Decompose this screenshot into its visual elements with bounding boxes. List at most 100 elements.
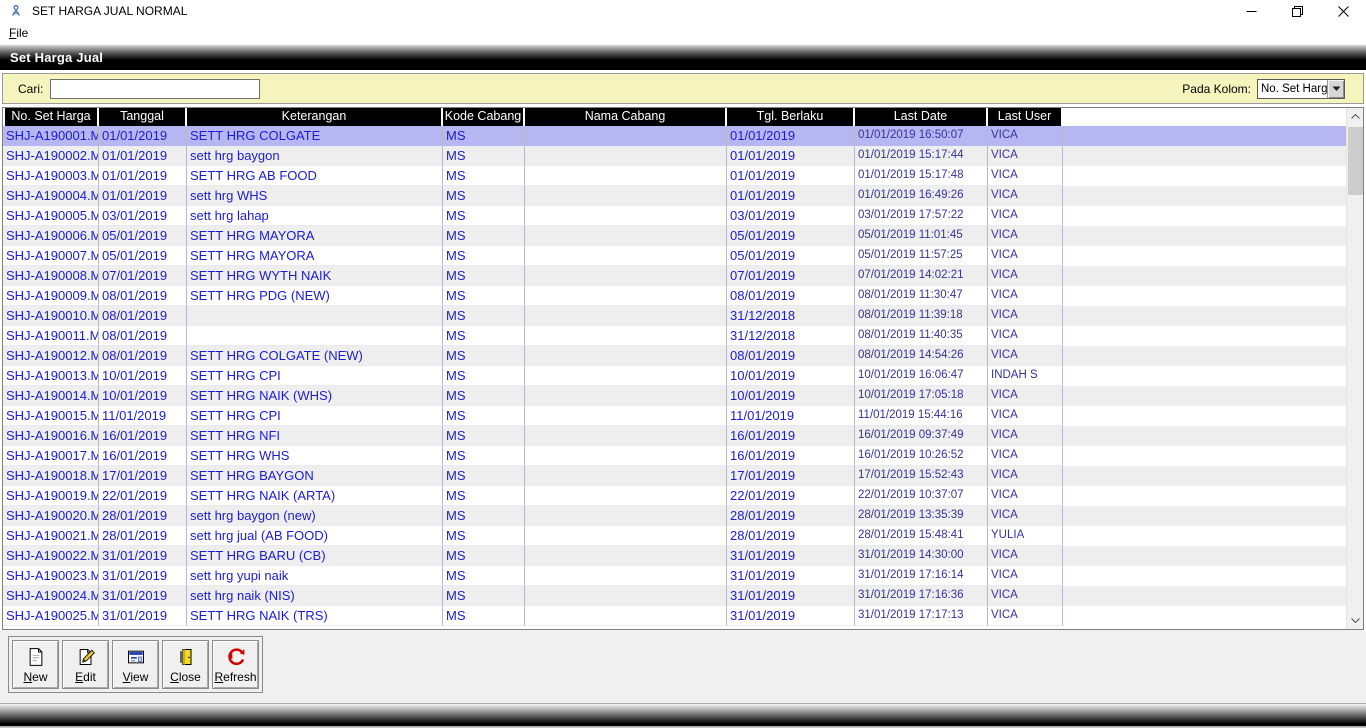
cell-nama_cabang <box>525 426 727 446</box>
cell-last_date: 10/01/2019 17:05:18 <box>855 386 988 406</box>
table-row[interactable]: SHJ-A190005.M03/01/2019sett hrg lahapMS0… <box>3 206 1346 226</box>
cell-last_date: 08/01/2019 14:54:26 <box>855 346 988 366</box>
cell-tgl_berlaku: 03/01/2019 <box>727 206 855 226</box>
search-input[interactable] <box>50 79 260 99</box>
table-row[interactable]: SHJ-A190003.M01/01/2019SETT HRG AB FOODM… <box>3 166 1346 186</box>
cell-last_user: VICA <box>988 306 1063 326</box>
cell-last_date: 22/01/2019 10:37:07 <box>855 486 988 506</box>
combo-dropdown-button[interactable] <box>1327 80 1344 98</box>
cell-no: SHJ-A190016.M <box>3 426 99 446</box>
table-row[interactable]: SHJ-A190015.M11/01/2019SETT HRG CPIMS11/… <box>3 406 1346 426</box>
close-button[interactable] <box>1320 0 1366 22</box>
cell-nama_cabang <box>525 546 727 566</box>
cell-keterangan <box>187 326 443 346</box>
table-row[interactable]: SHJ-A190022.M31/01/2019SETT HRG BARU (CB… <box>3 546 1346 566</box>
column-header-no[interactable]: No. Set Harga <box>3 108 99 126</box>
cell-last_user: VICA <box>988 446 1063 466</box>
close-window-button[interactable]: Close <box>162 640 209 689</box>
cell-keterangan: SETT HRG WYTH NAIK <box>187 266 443 286</box>
table-row[interactable]: SHJ-A190012.M08/01/2019SETT HRG COLGATE … <box>3 346 1346 366</box>
chevron-down-icon <box>1351 618 1360 623</box>
cell-no: SHJ-A190004.M <box>3 186 99 206</box>
minimize-button[interactable] <box>1228 0 1274 22</box>
cell-keterangan: SETT HRG WHS <box>187 446 443 466</box>
cell-keterangan: SETT HRG MAYORA <box>187 246 443 266</box>
cell-no: SHJ-A190018.M <box>3 466 99 486</box>
table-row[interactable]: SHJ-A190001.M01/01/2019SETT HRG COLGATEM… <box>3 126 1346 146</box>
cell-keterangan: sett hrg baygon <box>187 146 443 166</box>
table-row[interactable]: SHJ-A190006.M05/01/2019SETT HRG MAYORAMS… <box>3 226 1346 246</box>
table-row[interactable]: SHJ-A190021.M28/01/2019sett hrg jual (AB… <box>3 526 1346 546</box>
cell-last_date: 28/01/2019 15:48:41 <box>855 526 988 546</box>
column-header-nama_cabang[interactable]: Nama Cabang <box>525 108 727 126</box>
cell-tanggal: 16/01/2019 <box>99 426 187 446</box>
table-row[interactable]: SHJ-A190009.M08/01/2019SETT HRG PDG (NEW… <box>3 286 1346 306</box>
cell-tgl_berlaku: 17/01/2019 <box>727 466 855 486</box>
table-row[interactable]: SHJ-A190007.M05/01/2019SETT HRG MAYORAMS… <box>3 246 1346 266</box>
cell-keterangan: sett hrg baygon (new) <box>187 506 443 526</box>
table-row[interactable]: SHJ-A190011.M08/01/2019MS31/12/201808/01… <box>3 326 1346 346</box>
table-row[interactable]: SHJ-A190002.M01/01/2019sett hrg baygonMS… <box>3 146 1346 166</box>
cell-kode_cabang: MS <box>443 266 525 286</box>
cell-nama_cabang <box>525 326 727 346</box>
view-button[interactable]: View <box>112 640 159 689</box>
table-row[interactable]: SHJ-A190024.M31/01/2019sett hrg naik (NI… <box>3 586 1346 606</box>
cell-last_date: 31/01/2019 17:17:13 <box>855 606 988 626</box>
table-row[interactable]: SHJ-A190004.M01/01/2019sett hrg WHSMS01/… <box>3 186 1346 206</box>
table-row[interactable]: SHJ-A190018.M17/01/2019SETT HRG BAYGONMS… <box>3 466 1346 486</box>
cell-kode_cabang: MS <box>443 126 525 146</box>
table-row[interactable]: SHJ-A190014.M10/01/2019SETT HRG NAIK (WH… <box>3 386 1346 406</box>
cell-last_user: VICA <box>988 206 1063 226</box>
title-bar: SET HARGA JUAL NORMAL <box>0 0 1366 22</box>
menu-file[interactable]: File <box>2 23 35 43</box>
table-row[interactable]: SHJ-A190020.M28/01/2019sett hrg baygon (… <box>3 506 1346 526</box>
data-grid: No. Set HargaTanggalKeteranganKode Caban… <box>2 107 1364 630</box>
cell-last_date: 01/01/2019 15:17:44 <box>855 146 988 166</box>
pada-kolom-combobox[interactable]: No. Set Harga <box>1257 79 1345 99</box>
window-title: SET HARGA JUAL NORMAL <box>32 4 187 18</box>
vertical-scrollbar[interactable] <box>1346 108 1363 629</box>
cell-tanggal: 31/01/2019 <box>99 566 187 586</box>
cell-tanggal: 10/01/2019 <box>99 386 187 406</box>
cell-no: SHJ-A190001.M <box>3 126 99 146</box>
table-row[interactable]: SHJ-A190008.M07/01/2019SETT HRG WYTH NAI… <box>3 266 1346 286</box>
refresh-button[interactable]: Refresh <box>212 640 259 689</box>
cell-keterangan: SETT HRG NAIK (ARTA) <box>187 486 443 506</box>
cell-tgl_berlaku: 31/12/2018 <box>727 306 855 326</box>
new-button[interactable]: New <box>12 640 59 689</box>
cell-tgl_berlaku: 31/01/2019 <box>727 586 855 606</box>
scrollbar-thumb[interactable] <box>1348 127 1363 195</box>
cell-keterangan <box>187 306 443 326</box>
edit-button[interactable]: Edit <box>62 640 109 689</box>
cell-nama_cabang <box>525 506 727 526</box>
scroll-up-button[interactable] <box>1347 108 1364 125</box>
cell-no: SHJ-A190025.M <box>3 606 99 626</box>
table-row[interactable]: SHJ-A190016.M16/01/2019SETT HRG NFIMS16/… <box>3 426 1346 446</box>
column-header-tgl_berlaku[interactable]: Tgl. Berlaku <box>727 108 855 126</box>
column-header-last_user[interactable]: Last User <box>988 108 1063 126</box>
cell-kode_cabang: MS <box>443 146 525 166</box>
cell-no: SHJ-A190010.M <box>3 306 99 326</box>
chevron-up-icon <box>1351 114 1360 119</box>
scroll-down-button[interactable] <box>1347 612 1364 629</box>
column-header-tanggal[interactable]: Tanggal <box>99 108 187 126</box>
cell-last_date: 28/01/2019 13:35:39 <box>855 506 988 526</box>
cell-last_date: 11/01/2019 15:44:16 <box>855 406 988 426</box>
cell-keterangan: SETT HRG COLGATE <box>187 126 443 146</box>
table-row[interactable]: SHJ-A190017.M16/01/2019SETT HRG WHSMS16/… <box>3 446 1346 466</box>
table-row[interactable]: SHJ-A190010.M08/01/2019MS31/12/201808/01… <box>3 306 1346 326</box>
table-row[interactable]: SHJ-A190023.M31/01/2019sett hrg yupi nai… <box>3 566 1346 586</box>
cell-last_date: 08/01/2019 11:39:18 <box>855 306 988 326</box>
table-row[interactable]: SHJ-A190013.M10/01/2019SETT HRG CPIMS10/… <box>3 366 1346 386</box>
column-header-kode_cabang[interactable]: Kode Cabang <box>443 108 525 126</box>
table-row[interactable]: SHJ-A190019.M22/01/2019SETT HRG NAIK (AR… <box>3 486 1346 506</box>
cell-tanggal: 05/01/2019 <box>99 246 187 266</box>
cell-tanggal: 10/01/2019 <box>99 366 187 386</box>
cell-last_user: VICA <box>988 286 1063 306</box>
restore-button[interactable] <box>1274 0 1320 22</box>
table-row[interactable]: SHJ-A190025.M31/01/2019SETT HRG NAIK (TR… <box>3 606 1346 626</box>
column-header-last_date[interactable]: Last Date <box>855 108 988 126</box>
cell-nama_cabang <box>525 406 727 426</box>
button-label: New <box>23 670 47 684</box>
column-header-keterangan[interactable]: Keterangan <box>187 108 443 126</box>
